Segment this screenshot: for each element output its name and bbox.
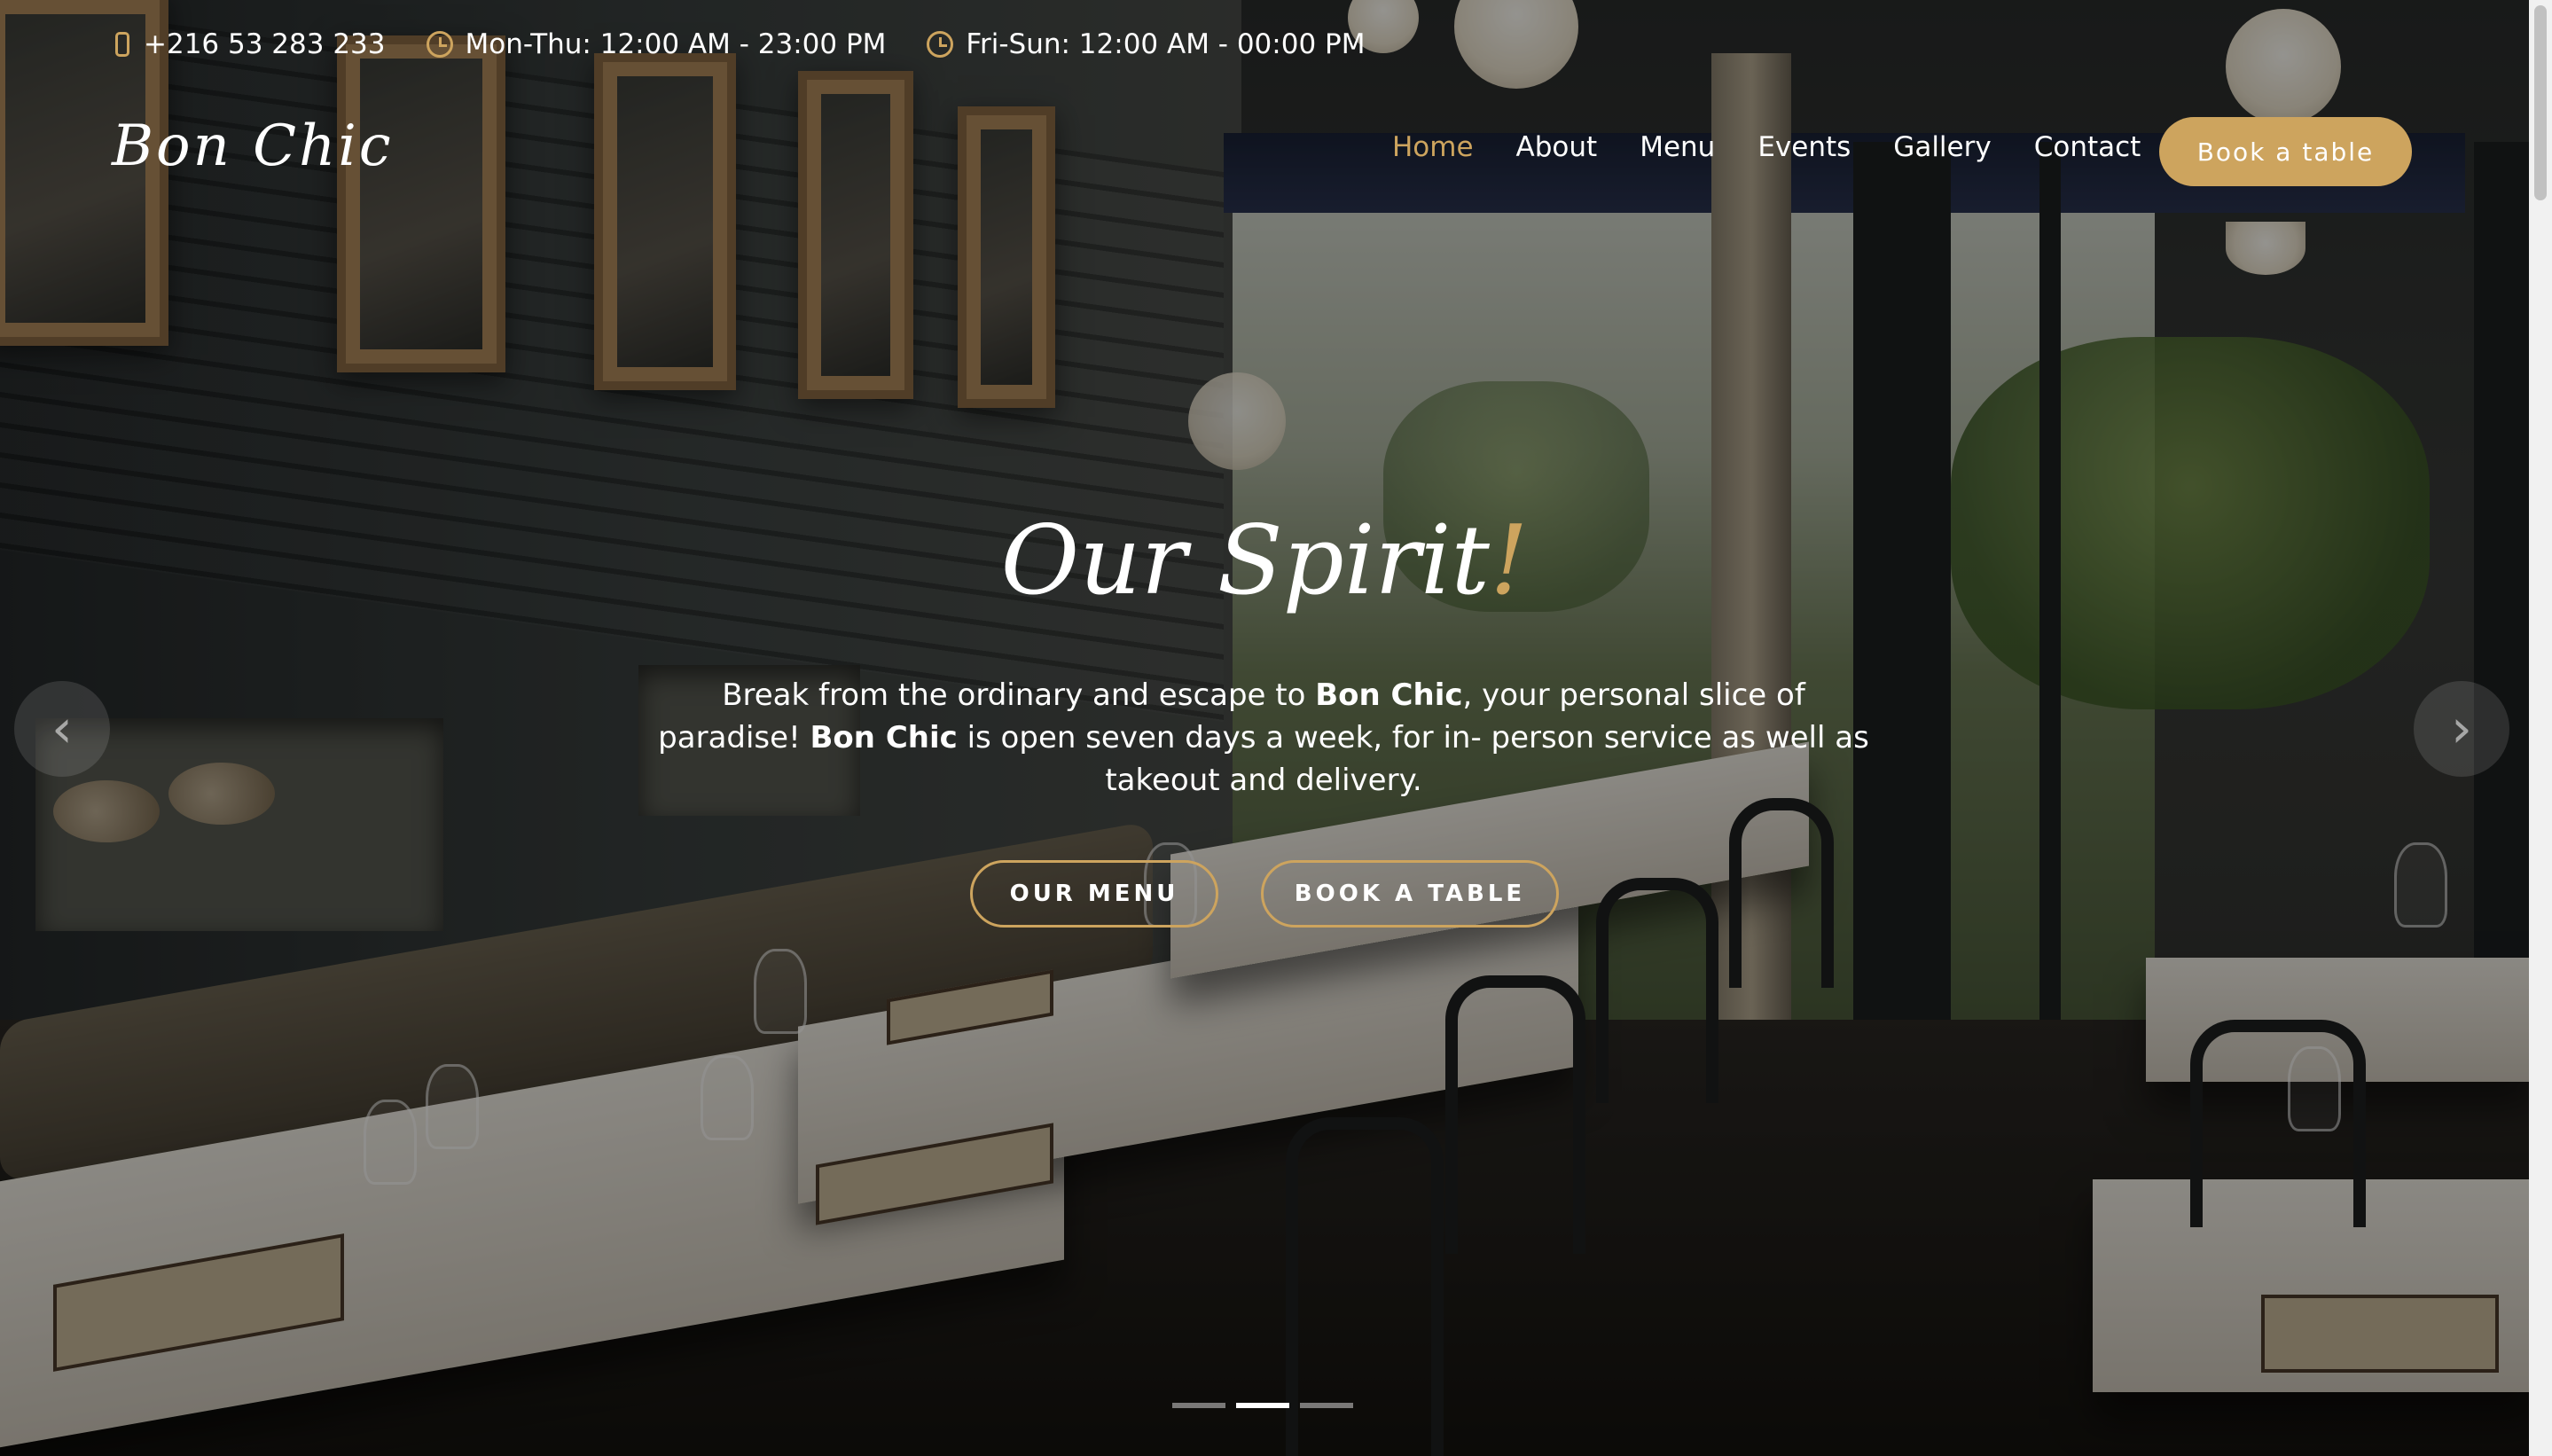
main-nav: Home About Menu Events Gallery Contact	[1392, 131, 2183, 163]
phone-number: +216 53 283 233	[144, 28, 386, 60]
hero-description: Break from the ordinary and escape to Bo…	[647, 674, 1880, 802]
weekday-hours-text: Mon-Thu: 12:00 AM - 23:00 PM	[465, 28, 887, 60]
hero-buttons: OUR MENU BOOK A TABLE	[0, 860, 2529, 928]
weekend-hours-text: Fri-Sun: 12:00 AM - 00:00 PM	[966, 28, 1366, 60]
weekday-hours: Mon-Thu: 12:00 AM - 23:00 PM	[426, 28, 887, 60]
carousel-indicators	[1172, 1403, 1364, 1408]
scrollbar[interactable]	[2529, 0, 2552, 1456]
nav-item-menu[interactable]: Menu	[1640, 131, 1715, 163]
site-header: Bon Chic Home About Menu Events Gallery …	[0, 106, 2529, 195]
nav-item-events[interactable]: Events	[1757, 131, 1851, 163]
nav-item-contact[interactable]: Contact	[2034, 131, 2141, 163]
desc-text: is open seven days a week, for in- perso…	[957, 720, 1869, 798]
chevron-left-icon[interactable]: ‹	[14, 681, 110, 777]
logo[interactable]: Bon Chic	[112, 114, 394, 179]
hero-title: Our Spirit!	[0, 505, 2529, 616]
desc-text: Break from the ordinary and escape to	[722, 677, 1316, 713]
carousel-indicator-1[interactable]	[1172, 1403, 1225, 1408]
phone-icon	[115, 32, 129, 57]
desc-brand: Bon Chic	[810, 720, 958, 755]
weekend-hours: Fri-Sun: 12:00 AM - 00:00 PM	[927, 28, 1365, 60]
carousel-indicator-2[interactable]	[1236, 1403, 1289, 1408]
top-info-bar: +216 53 283 233 Mon-Thu: 12:00 AM - 23:0…	[0, 0, 2529, 89]
hero-book-table-button[interactable]: BOOK A TABLE	[1261, 860, 1559, 928]
scrollbar-thumb[interactable]	[2534, 5, 2547, 200]
clock-icon	[426, 31, 453, 58]
clock-icon	[927, 31, 954, 58]
hero-title-accent: !	[1489, 505, 1529, 616]
nav-item-about[interactable]: About	[1516, 131, 1598, 163]
carousel-indicator-3[interactable]	[1300, 1403, 1353, 1408]
our-menu-button[interactable]: OUR MENU	[970, 860, 1218, 928]
hero-title-text: Our Spirit	[1000, 505, 1490, 616]
desc-brand: Bon Chic	[1315, 677, 1463, 713]
chevron-right-icon[interactable]: ›	[2414, 681, 2509, 777]
nav-item-home[interactable]: Home	[1392, 131, 1474, 163]
book-table-button[interactable]: Book a table	[2159, 117, 2412, 186]
nav-item-gallery[interactable]: Gallery	[1893, 131, 1991, 163]
phone-info[interactable]: +216 53 283 233	[115, 28, 386, 60]
